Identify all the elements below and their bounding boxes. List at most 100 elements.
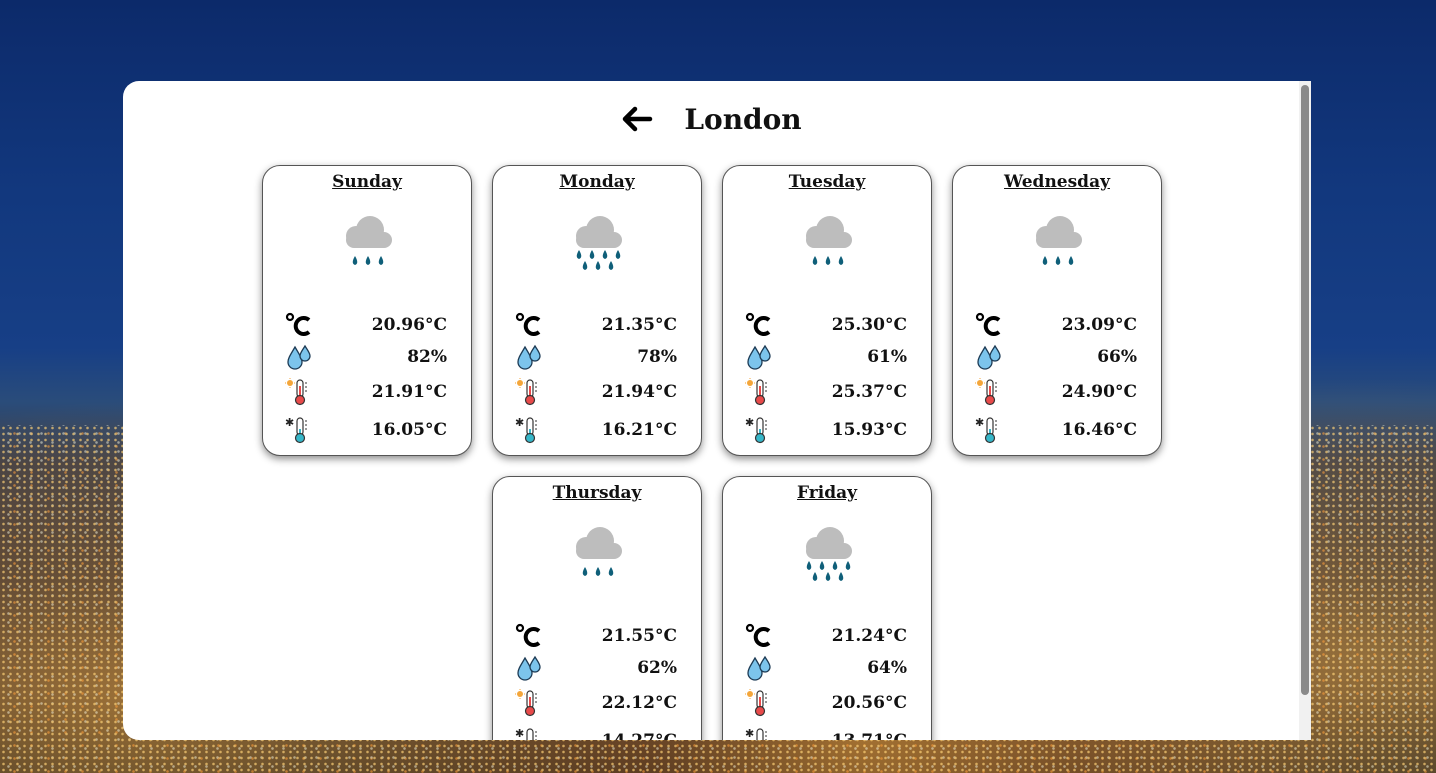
temperature-value: 21.24°C — [831, 626, 907, 646]
light-rain-icon — [806, 216, 852, 265]
back-arrow-icon[interactable] — [620, 104, 654, 134]
humidity-value: 62% — [637, 658, 677, 678]
max-temp-row: 22.12°C — [515, 684, 677, 722]
humidity-row: 82% — [285, 341, 447, 373]
day-stats: 21.24°C 64% 20.56°C ✱ — [745, 620, 907, 740]
celsius-icon — [745, 622, 773, 650]
celsius-icon — [285, 311, 313, 339]
max-temp-value: 20.56°C — [831, 693, 907, 713]
max-temp-value: 21.94°C — [601, 382, 677, 402]
temperature-value: 20.96°C — [371, 315, 447, 335]
max-temp-value: 25.37°C — [831, 382, 907, 402]
max-temp-value: 21.91°C — [371, 382, 447, 402]
day-name: Friday — [797, 483, 857, 503]
cold-thermometer-icon: ✱ — [515, 416, 543, 444]
water-drops-icon — [745, 343, 773, 371]
weather-panel: London Sunday 20.96°C 82% 21.91°C ✱ 16.0… — [123, 81, 1311, 740]
forecast-cards: Sunday 20.96°C 82% 21.91°C ✱ 16.05°C Mon… — [257, 165, 1167, 740]
min-temp-value: 16.05°C — [371, 420, 447, 440]
humidity-value: 61% — [867, 347, 907, 367]
humidity-value: 82% — [407, 347, 447, 367]
temperature-value: 25.30°C — [831, 315, 907, 335]
min-temp-value: 13.71°C — [832, 731, 907, 740]
humidity-value: 78% — [637, 347, 677, 367]
day-name: Thursday — [552, 483, 642, 503]
celsius-icon — [745, 311, 773, 339]
temperature-value: 21.55°C — [601, 626, 677, 646]
scrollbar[interactable] — [1299, 81, 1311, 740]
humidity-row: 64% — [745, 652, 907, 684]
hot-thermometer-icon — [285, 378, 313, 406]
min-temp-row: ✱ 14.27°C — [515, 722, 677, 740]
heavy-rain-icon — [806, 527, 852, 581]
day-card-wednesday: Wednesday 23.09°C 66% 24.90°C ✱ 16.46°C — [952, 165, 1162, 456]
day-stats: 21.55°C 62% 22.12°C ✱ — [515, 620, 677, 740]
max-temp-value: 24.90°C — [1061, 382, 1137, 402]
water-drops-icon — [515, 343, 543, 371]
cold-thermometer-icon: ✱ — [745, 416, 773, 444]
day-card-friday: Friday 21.24°C 64% 20.56°C ✱ — [722, 476, 932, 740]
min-temp-row: ✱ 16.05°C — [285, 411, 447, 449]
day-card-sunday: Sunday 20.96°C 82% 21.91°C ✱ 16.05°C — [262, 165, 472, 456]
cold-thermometer-icon: ✱ — [285, 416, 313, 444]
day-card-thursday: Thursday 21.55°C 62% 22.12°C ✱ — [492, 476, 702, 740]
light-rain-icon — [346, 216, 392, 265]
min-temp-row: ✱ 16.46°C — [975, 411, 1137, 449]
min-temp-row: ✱ 13.71°C — [745, 722, 907, 740]
hot-thermometer-icon — [515, 378, 543, 406]
scrollbar-thumb[interactable] — [1301, 85, 1309, 695]
hot-thermometer-icon — [515, 689, 543, 717]
celsius-icon — [515, 311, 543, 339]
svg-text:✱: ✱ — [975, 416, 984, 429]
min-temp-value: 15.93°C — [831, 420, 907, 440]
humidity-row: 78% — [515, 341, 677, 373]
max-temp-value: 22.12°C — [601, 693, 677, 713]
svg-text:✱: ✱ — [515, 727, 524, 740]
cold-thermometer-icon: ✱ — [515, 727, 543, 740]
max-temp-row: 20.56°C — [745, 684, 907, 722]
humidity-row: 66% — [975, 341, 1137, 373]
min-temp-value: 14.27°C — [602, 731, 677, 740]
day-stats: 23.09°C 66% 24.90°C ✱ 16.46°C — [975, 309, 1137, 449]
svg-text:✱: ✱ — [745, 727, 754, 740]
max-temp-row: 21.94°C — [515, 373, 677, 411]
min-temp-row: ✱ 15.93°C — [745, 411, 907, 449]
light-rain-icon — [576, 527, 622, 576]
temperature-value: 23.09°C — [1061, 315, 1137, 335]
celsius-icon — [975, 311, 1003, 339]
day-stats: 21.35°C 78% 21.94°C ✱ 16.21°C — [515, 309, 677, 449]
hot-thermometer-icon — [745, 378, 773, 406]
max-temp-row: 24.90°C — [975, 373, 1137, 411]
humidity-value: 64% — [867, 658, 907, 678]
water-drops-icon — [285, 343, 313, 371]
humidity-value: 66% — [1097, 347, 1137, 367]
temperature-value: 21.35°C — [601, 315, 677, 335]
day-name: Wednesday — [1004, 172, 1110, 192]
day-stats: 20.96°C 82% 21.91°C ✱ 16.05°C — [285, 309, 447, 449]
header: London — [123, 97, 1299, 141]
temperature-row: 20.96°C — [285, 309, 447, 341]
cold-thermometer-icon: ✱ — [975, 416, 1003, 444]
svg-text:✱: ✱ — [515, 416, 524, 429]
day-name: Tuesday — [788, 172, 866, 192]
celsius-icon — [515, 622, 543, 650]
hot-thermometer-icon — [745, 689, 773, 717]
humidity-row: 62% — [515, 652, 677, 684]
city-title: London — [684, 102, 802, 136]
day-card-monday: Monday 21.35°C 78% 21.94°C ✱ 16.21°C — [492, 165, 702, 456]
day-name: Monday — [559, 172, 635, 192]
min-temp-value: 16.46°C — [1061, 420, 1137, 440]
humidity-row: 61% — [745, 341, 907, 373]
min-temp-row: ✱ 16.21°C — [515, 411, 677, 449]
temperature-row: 21.35°C — [515, 309, 677, 341]
water-drops-icon — [975, 343, 1003, 371]
hot-thermometer-icon — [975, 378, 1003, 406]
max-temp-row: 21.91°C — [285, 373, 447, 411]
temperature-row: 25.30°C — [745, 309, 907, 341]
max-temp-row: 25.37°C — [745, 373, 907, 411]
temperature-row: 23.09°C — [975, 309, 1137, 341]
svg-text:✱: ✱ — [285, 416, 294, 429]
min-temp-value: 16.21°C — [601, 420, 677, 440]
heavy-rain-icon — [576, 216, 622, 270]
svg-text:✱: ✱ — [745, 416, 754, 429]
